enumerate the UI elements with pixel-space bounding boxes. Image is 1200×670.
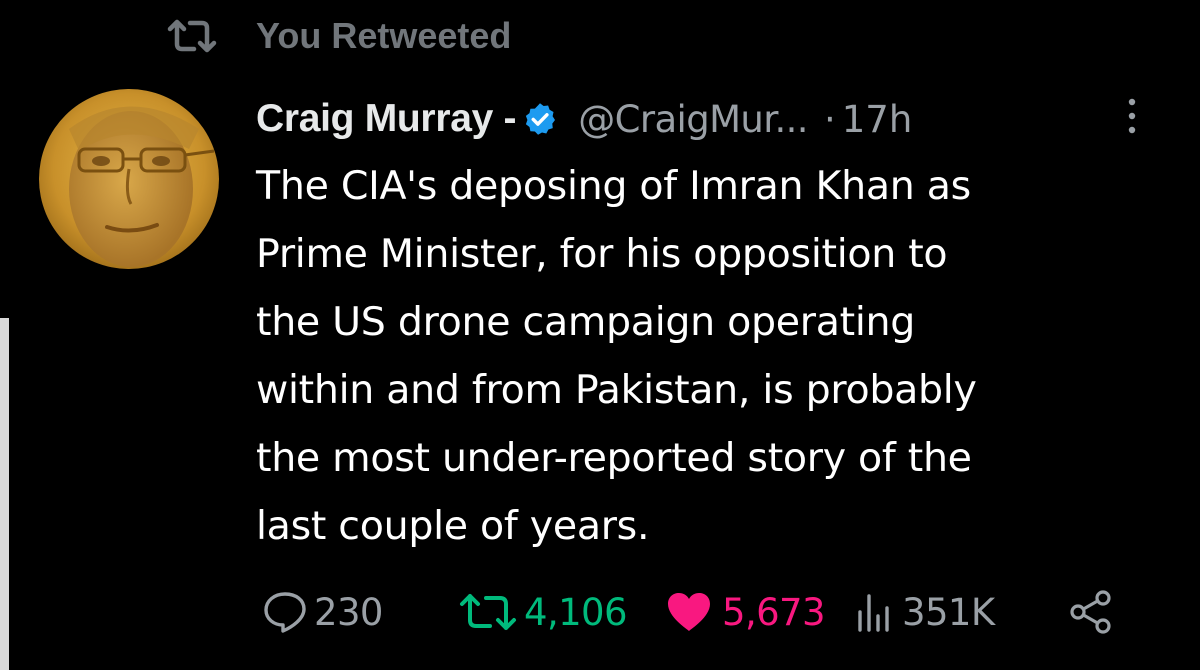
tweet-timestamp[interactable]: 17h xyxy=(842,98,913,141)
author-display-name[interactable]: Craig Murray - xyxy=(256,97,517,141)
tweet-text-line: Prime Minister, for his opposition to xyxy=(256,231,948,277)
reply-button[interactable]: 230 xyxy=(262,582,383,642)
views-icon xyxy=(858,594,889,632)
share-button[interactable] xyxy=(1068,582,1114,642)
separator-dot: · xyxy=(823,97,836,141)
left-edge-strip xyxy=(0,318,9,670)
tweet-text: The CIA's deposing of Imran Khan as Prim… xyxy=(256,152,1156,560)
heart-icon xyxy=(668,593,710,631)
retweet-context: You Retweeted xyxy=(166,12,511,60)
tweet-text-line: within and from Pakistan, is probably xyxy=(256,367,977,413)
retweet-count: 4,106 xyxy=(524,590,628,634)
views-count: 351K xyxy=(902,590,995,634)
tweet-text-line: The CIA's deposing of Imran Khan as xyxy=(256,163,971,209)
tweet-text-line: last couple of years. xyxy=(256,503,650,549)
retweet-icon xyxy=(460,594,516,630)
author-handle[interactable]: @CraigMur... xyxy=(578,98,808,141)
like-button[interactable]: 5,673 xyxy=(664,582,826,642)
tweet-text-line: the most under-reported story of the xyxy=(256,435,972,481)
like-count: 5,673 xyxy=(722,590,826,634)
reply-icon xyxy=(264,592,306,633)
retweet-icon xyxy=(167,19,217,53)
reply-count: 230 xyxy=(314,590,383,634)
retweet-context-label: You Retweeted xyxy=(256,15,512,56)
retweet-button[interactable]: 4,106 xyxy=(458,582,628,642)
views-button[interactable]: 351K xyxy=(856,582,995,642)
share-icon xyxy=(1070,590,1111,634)
tweet-header: Craig Murray - @CraigMur... · 17h xyxy=(256,92,1156,146)
more-icon[interactable] xyxy=(1124,95,1140,137)
tweet-text-line: the US drone campaign operating xyxy=(256,299,915,345)
avatar[interactable] xyxy=(39,89,219,269)
verified-badge-icon[interactable] xyxy=(522,101,558,137)
